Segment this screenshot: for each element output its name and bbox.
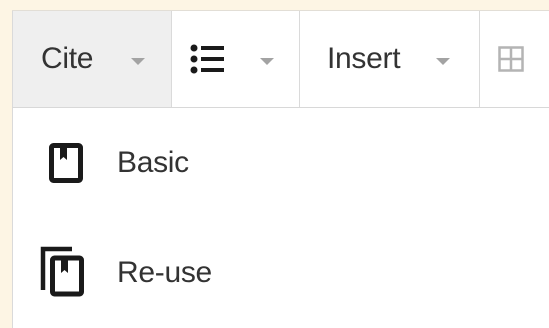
cite-dropdown-menu: Basic Re-use	[12, 108, 549, 328]
list-chevron-down-icon	[260, 57, 274, 65]
table-button[interactable]	[480, 11, 549, 107]
insert-dropdown-button[interactable]: Insert	[300, 11, 480, 107]
menu-item-basic[interactable]: Basic	[13, 108, 549, 218]
menu-item-reuse[interactable]: Re-use	[13, 218, 549, 328]
cite-dropdown-button[interactable]: Cite	[12, 11, 172, 107]
table-icon	[498, 46, 524, 72]
menu-item-basic-label: Basic	[117, 146, 189, 179]
cite-button-label: Cite	[41, 42, 94, 75]
bulleted-list-icon	[190, 44, 224, 74]
menu-item-reuse-label: Re-use	[117, 256, 212, 289]
bookmark-document-icon	[49, 143, 83, 183]
editor-toolbar: Cite Insert	[12, 10, 549, 108]
insert-chevron-down-icon	[436, 57, 451, 65]
cite-chevron-down-icon	[131, 57, 146, 65]
list-dropdown-button[interactable]	[172, 11, 300, 107]
stacked-bookmark-documents-icon	[40, 246, 84, 297]
insert-button-label: Insert	[327, 42, 401, 75]
